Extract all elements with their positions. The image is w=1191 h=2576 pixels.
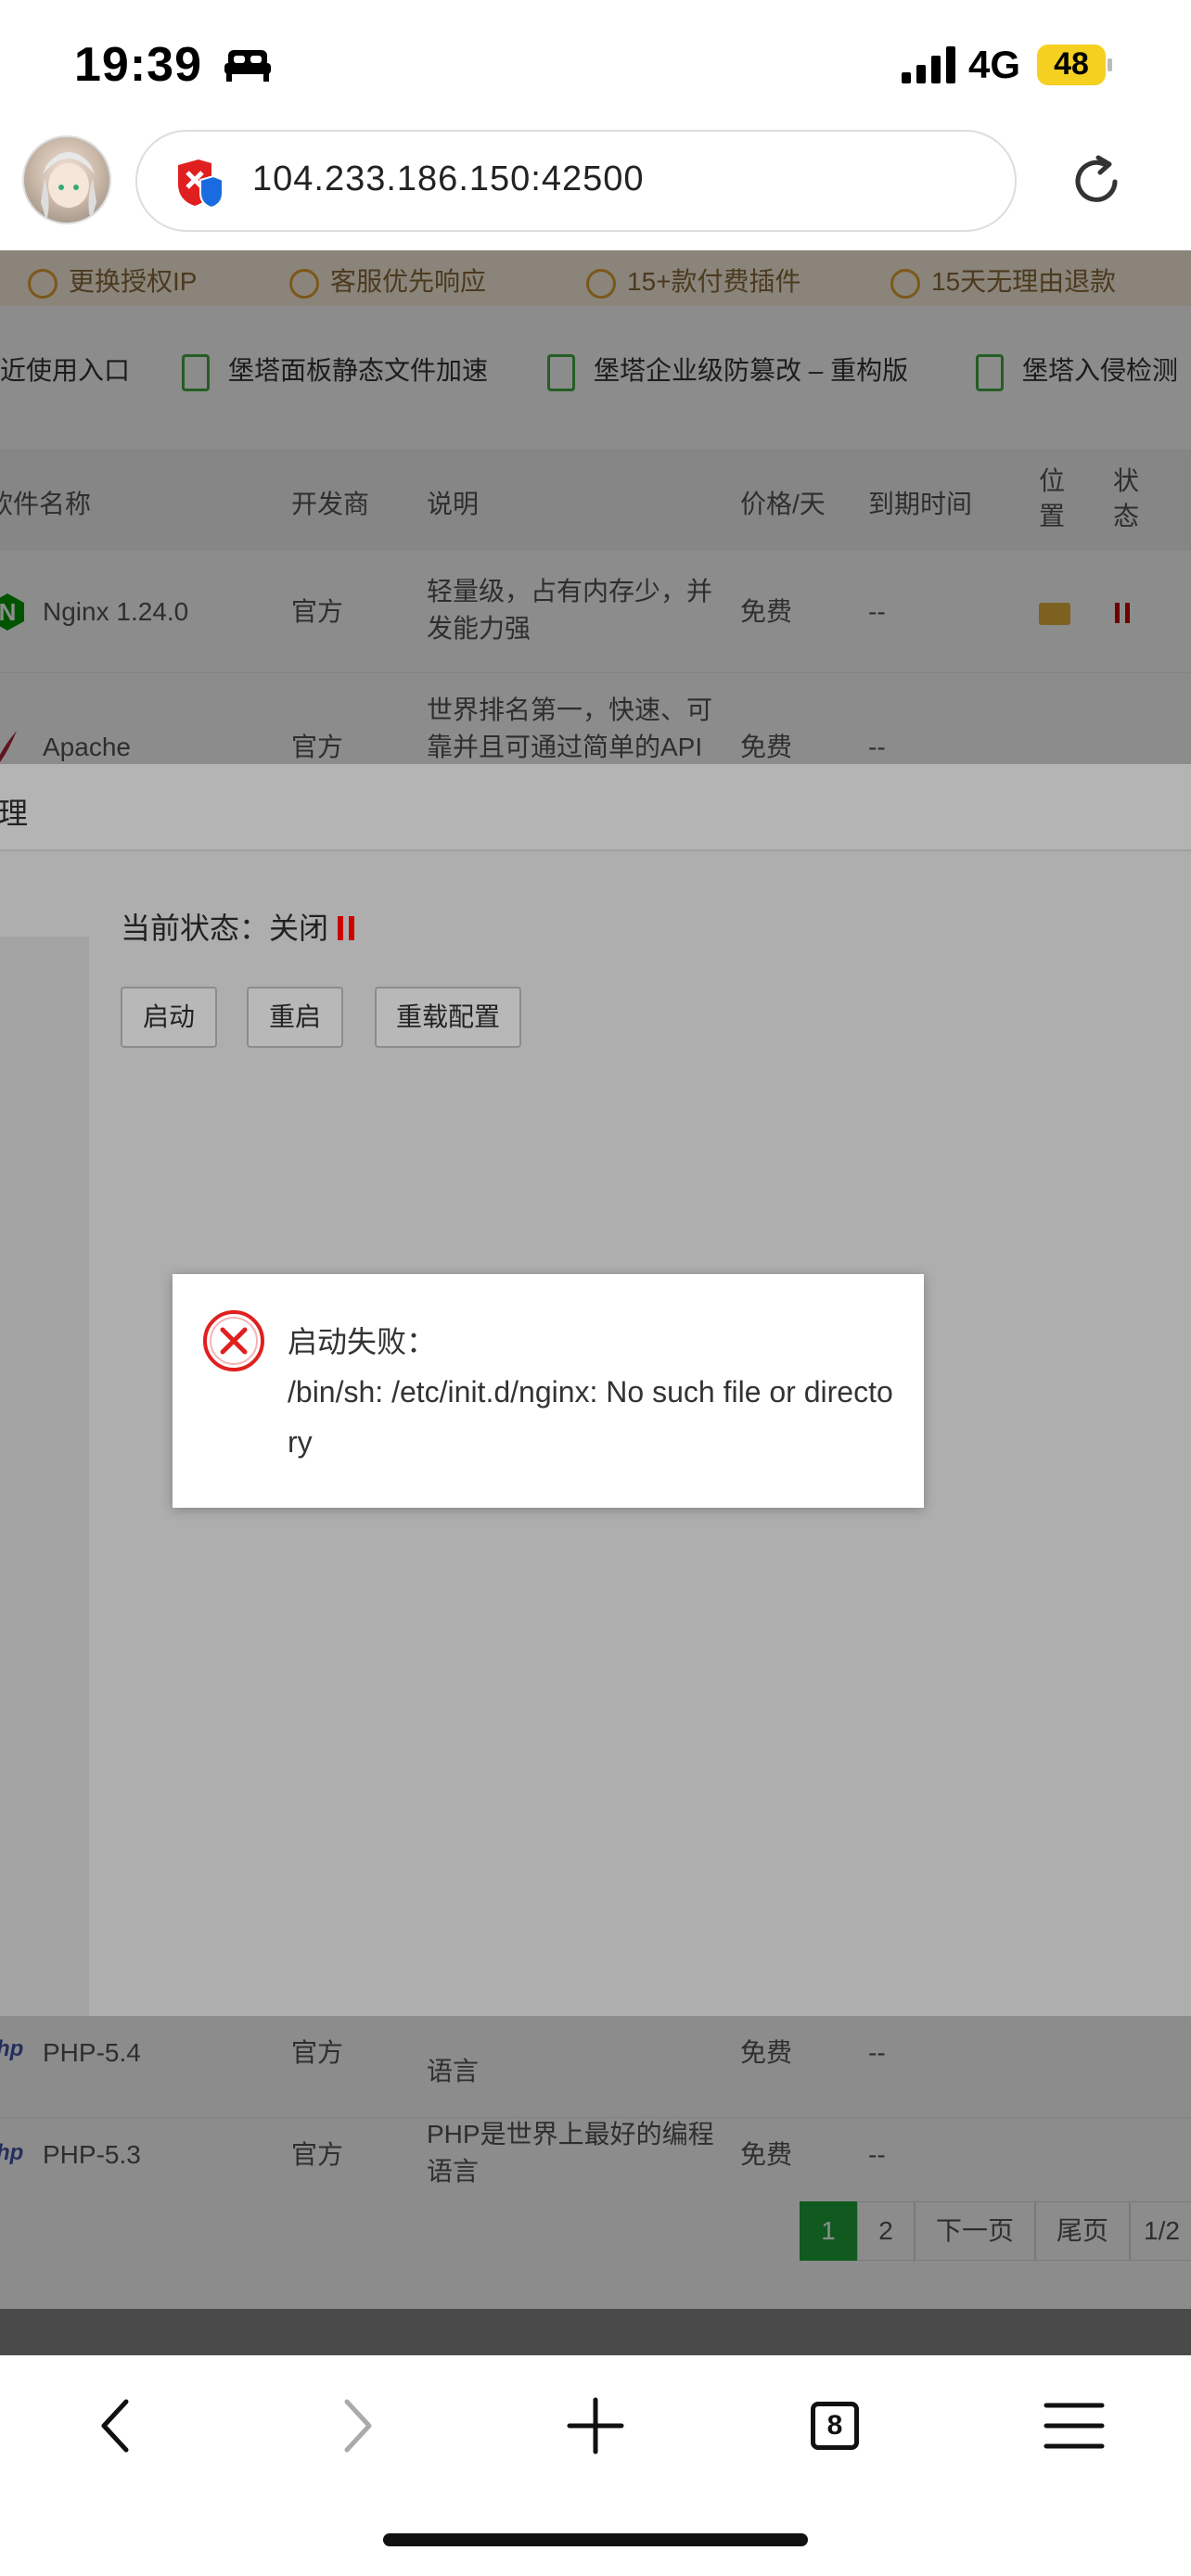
dialog-message: /bin/sh: /etc/init.d/nginx: No such file… xyxy=(288,1375,893,1459)
clock: 19:39 xyxy=(74,38,202,92)
menu-icon[interactable] xyxy=(1037,2389,1111,2463)
reload-icon[interactable] xyxy=(1067,152,1126,211)
home-indicator[interactable] xyxy=(383,2533,808,2546)
url-field[interactable]: 104.233.186.150:42500 xyxy=(135,130,1017,232)
service-status: 当前状态：关闭 xyxy=(121,905,355,948)
status-label: 当前状态： xyxy=(121,912,270,945)
panel-title: 理 xyxy=(0,797,29,830)
battery-level: 48 xyxy=(1054,46,1089,82)
network-type: 4G xyxy=(968,43,1021,86)
tabs-icon[interactable]: 8 xyxy=(798,2389,872,2463)
reload-config-button[interactable]: 重载配置 xyxy=(375,987,521,1048)
panel-sidebar xyxy=(0,937,89,2016)
forward-icon[interactable] xyxy=(319,2389,393,2463)
error-dialog: 启动失败： /bin/sh: /etc/init.d/nginx: No suc… xyxy=(173,1274,924,1508)
start-button[interactable]: 启动 xyxy=(121,987,217,1048)
status-value: 关闭 xyxy=(269,912,329,945)
battery-icon: 48 xyxy=(1037,45,1112,85)
back-icon[interactable] xyxy=(80,2389,154,2463)
bed-icon xyxy=(224,50,271,82)
restart-button[interactable]: 重启 xyxy=(247,987,343,1048)
stopped-icon xyxy=(338,916,355,940)
dialog-title: 启动失败： xyxy=(288,1325,437,1358)
avatar[interactable] xyxy=(22,135,111,224)
shield-icon xyxy=(178,159,223,208)
url-text: 104.233.186.150:42500 xyxy=(252,159,645,198)
error-icon xyxy=(203,1310,264,1371)
browser-address-bar: 104.233.186.150:42500 xyxy=(0,121,1191,250)
panel-title-bar: 理 xyxy=(0,764,1191,851)
tab-count: 8 xyxy=(811,2402,859,2450)
status-bar: 19:39 4G 48 xyxy=(0,0,1191,130)
new-tab-icon[interactable] xyxy=(558,2389,633,2463)
signal-icon xyxy=(902,46,955,83)
